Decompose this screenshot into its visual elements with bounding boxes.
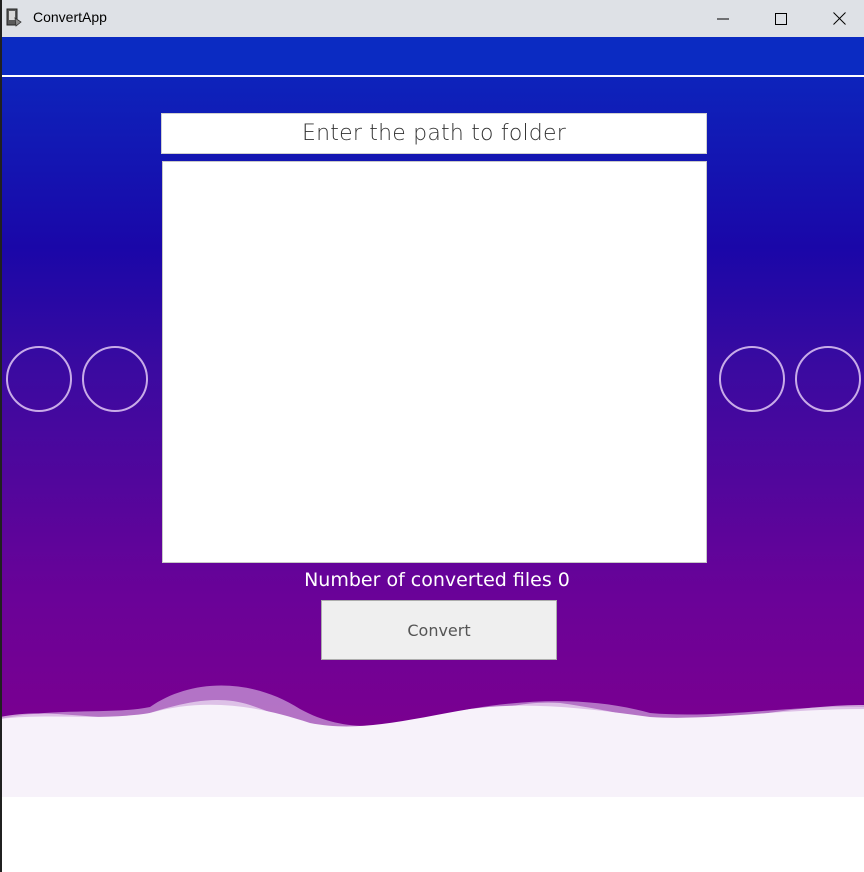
window-edge: [0, 0, 2, 872]
top-banner: [0, 37, 864, 77]
window-title: ConvertApp: [33, 9, 107, 25]
title-bar[interactable]: ConvertApp: [0, 0, 864, 37]
path-input-area[interactable]: [162, 161, 707, 563]
converted-files-count: 0: [557, 569, 570, 591]
wave-decoration: [0, 685, 864, 872]
close-button[interactable]: [810, 0, 864, 37]
app-window: ConvertApp Enter the path to folder Numb…: [0, 0, 864, 872]
minimize-button[interactable]: [694, 0, 752, 37]
close-icon: [832, 12, 846, 25]
decorative-circle: [719, 346, 785, 412]
converted-files-label: Number of converted files: [304, 569, 552, 591]
maximize-button[interactable]: [752, 0, 810, 37]
decorative-circle: [795, 346, 861, 412]
converted-files-counter: Number of converted files 0: [0, 569, 864, 591]
maximize-icon: [775, 12, 787, 25]
convert-button[interactable]: Convert: [321, 600, 557, 660]
minimize-icon: [717, 18, 729, 19]
app-icon: [6, 8, 22, 27]
main-content: Enter the path to folder Number of conve…: [0, 37, 864, 872]
decorative-circle: [82, 346, 148, 412]
decorative-circle: [6, 346, 72, 412]
path-header: Enter the path to folder: [161, 113, 707, 154]
